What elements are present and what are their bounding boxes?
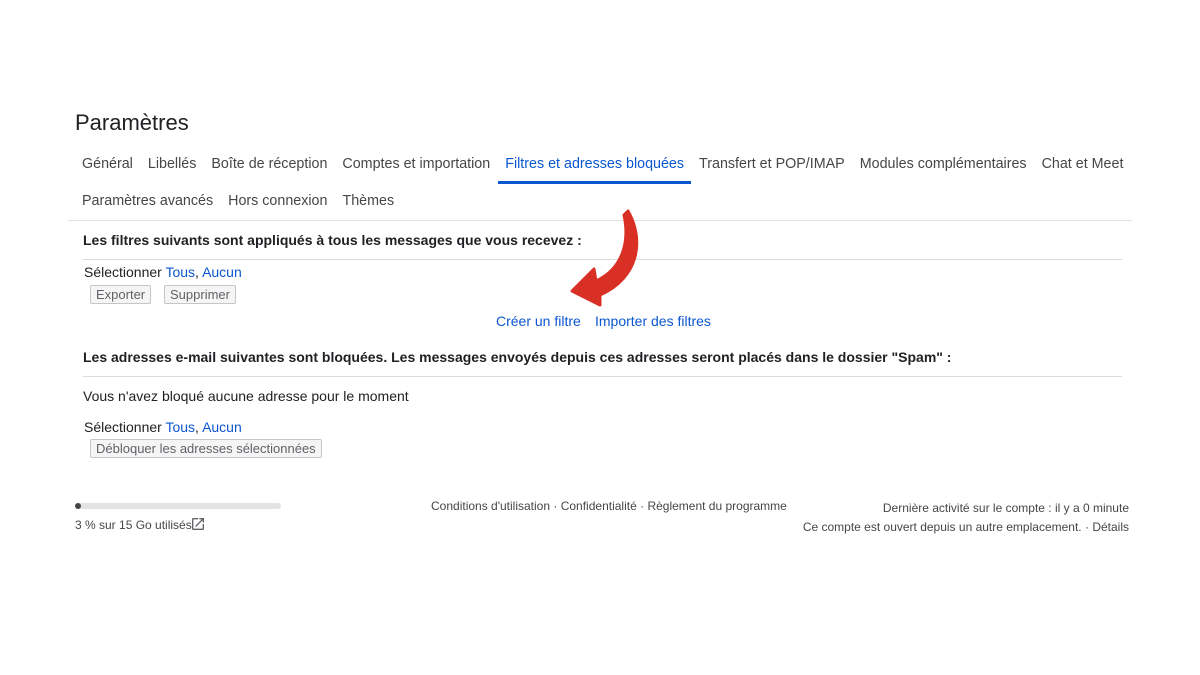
footer-links: Conditions d'utilisation · Confidentiali… (431, 499, 787, 513)
tab-advanced[interactable]: Paramètres avancés (75, 184, 220, 221)
select-none-link[interactable]: Aucun (202, 419, 242, 435)
select-label: Sélectionner (84, 264, 162, 280)
export-button[interactable]: Exporter (90, 285, 152, 304)
tab-accounts-import[interactable]: Comptes et importation (335, 147, 497, 184)
open-elsewhere-line: Ce compte est ouvert depuis un autre emp… (802, 520, 1129, 534)
blocked-select-line: Sélectionner Tous, Aucun (84, 419, 242, 435)
select-none-link[interactable]: Aucun (202, 264, 242, 280)
tab-forwarding-pop-imap[interactable]: Transfert et POP/IMAP (692, 147, 852, 184)
storage-bar (75, 503, 281, 509)
terms-link[interactable]: Conditions d'utilisation (431, 499, 550, 513)
filters-select-line: Sélectionner Tous, Aucun (84, 264, 242, 280)
settings-page: Paramètres Général Libellés Boîte de réc… (0, 0, 1200, 675)
details-link[interactable]: Détails (1092, 520, 1129, 534)
page-title: Paramètres (75, 110, 189, 135)
tab-chat-meet[interactable]: Chat et Meet (1035, 147, 1131, 184)
account-activity: Dernière activité sur le compte : il y a… (803, 499, 1129, 537)
select-all-link[interactable]: Tous (165, 419, 195, 435)
unblock-button[interactable]: Débloquer les adresses sélectionnées (90, 439, 322, 458)
select-label: Sélectionner (84, 419, 162, 435)
delete-button[interactable]: Supprimer (164, 285, 236, 304)
storage-fill (75, 503, 82, 509)
storage-text: 3 % sur 15 Go utilisés (75, 518, 192, 532)
tab-inbox[interactable]: Boîte de réception (204, 147, 334, 184)
last-activity-text: Dernière activité sur le compte : il y a… (882, 501, 1129, 515)
tab-filters-blocked[interactable]: Filtres et adresses bloquées (498, 147, 692, 184)
privacy-link[interactable]: Confidentialité (561, 499, 637, 513)
open-in-new-icon[interactable] (190, 516, 206, 532)
tab-labels[interactable]: Libellés (141, 147, 203, 184)
tab-row-1: Général Libellés Boîte de réception Comp… (75, 147, 1135, 184)
tab-addons[interactable]: Modules complémentaires (853, 147, 1034, 184)
tab-general[interactable]: Général (75, 147, 140, 184)
blocked-empty-text: Vous n'avez bloqué aucune adresse pour l… (83, 388, 409, 404)
program-policies-link[interactable]: Règlement du programme (647, 499, 786, 513)
blocked-heading: Les adresses e-mail suivantes sont bloqu… (83, 349, 952, 365)
curved-arrow-icon (570, 209, 639, 307)
blocked-divider (83, 376, 1122, 377)
filters-heading: Les filtres suivants sont appliqués à to… (83, 232, 582, 248)
tab-themes[interactable]: Thèmes (335, 184, 401, 221)
tab-offline[interactable]: Hors connexion (221, 184, 334, 221)
select-all-link[interactable]: Tous (165, 264, 195, 280)
